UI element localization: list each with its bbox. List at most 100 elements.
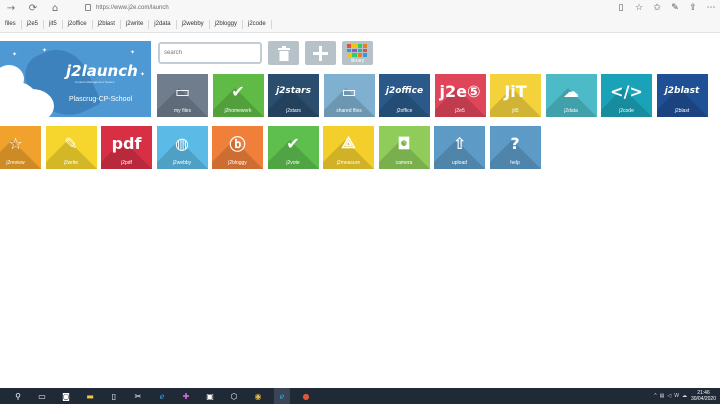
favorites-icon[interactable]: ✩ <box>648 3 666 13</box>
edge-active-icon[interactable]: ℯ <box>274 388 290 404</box>
star-cursor-icon: ☆ <box>8 133 23 153</box>
share-icon[interactable]: ⇪ <box>684 3 702 13</box>
star-icon: ✦ <box>42 48 48 54</box>
bookmark-j2e5[interactable]: j2e5 <box>22 20 45 29</box>
more-icon[interactable]: ⋯ <box>702 3 720 13</box>
bloggy-b-icon: ⓑ <box>229 135 246 154</box>
refresh-icon[interactable]: ⟳ <box>22 0 44 16</box>
snip-icon[interactable]: ✂ <box>130 388 146 404</box>
tile-label: shared files <box>336 108 362 114</box>
bookmark-j2write[interactable]: j2write <box>121 20 150 29</box>
shared-folder-icon: ▭ <box>341 81 357 101</box>
trash-button[interactable] <box>268 41 299 65</box>
system-tray: ^ ▤ ◁ W ☁ 21:46 30/04/2020 <box>651 388 716 404</box>
document-icon[interactable]: ▯ <box>106 388 122 404</box>
app-tile[interactable]: ☁ j2data <box>545 74 597 117</box>
bookmark-jit5[interactable]: jit5 <box>44 20 63 29</box>
app-tile[interactable]: ☆ j2review <box>0 126 41 169</box>
favorite-star-icon[interactable]: ☆ <box>630 3 648 13</box>
app-tile[interactable]: JiT jit5 <box>490 74 541 117</box>
clock-date: 30/04/2020 <box>690 396 716 402</box>
chrome-icon[interactable]: ◉ <box>250 388 266 404</box>
tile-label: j2blast <box>674 108 690 114</box>
bookmarks-bar: files j2e5 jit5 j2office j2blast j2write… <box>0 17 720 32</box>
tile-label: j2write <box>63 160 79 166</box>
app-tile[interactable]: ⓑ j2bloggy <box>212 126 263 169</box>
tile-label: j2stars <box>286 108 301 114</box>
logo-subtitle: Content Management System <box>75 80 115 84</box>
jit-logo-icon: JiT <box>504 81 527 101</box>
app-tile[interactable]: j2office j2office <box>379 74 430 117</box>
app-tile[interactable]: ✔ j2homework <box>212 74 264 117</box>
app-tile[interactable]: ▭ shared files <box>323 74 375 117</box>
windows-taskbar: ⚲ ▭ ◙ ▬ ▯ ✂ ℯ ✚ ▣ ⬡ ◉ ℯ ● ^ ▤ ◁ W ☁ 21:4… <box>0 388 720 404</box>
tile-label: j2data <box>564 108 578 114</box>
reading-view-icon[interactable]: ▯ <box>612 3 630 13</box>
notes-icon[interactable]: ✎ <box>666 3 684 13</box>
question-mark-icon: ? <box>510 133 520 153</box>
tray-onedrive-icon[interactable]: ☁ <box>682 393 687 399</box>
tile-label: camera <box>395 160 413 166</box>
paint-icon[interactable]: ✚ <box>178 388 194 404</box>
bookmark-j2code[interactable]: j2code <box>243 20 272 29</box>
app-tile[interactable]: ? help <box>489 126 541 169</box>
j2launch-logo-panel[interactable]: ✦ ✦ ✦ ✦ j2launch Content Management Syst… <box>0 41 151 117</box>
task-view-icon[interactable]: ▭ <box>34 388 50 404</box>
tile-label: j2e5 <box>455 108 465 114</box>
add-button[interactable] <box>305 41 336 65</box>
library-button[interactable]: library <box>342 41 373 65</box>
bookmark-j2blast[interactable]: j2blast <box>93 20 121 29</box>
tile-label: j2measure <box>336 160 361 166</box>
app-tile[interactable]: ⇧ upload <box>434 126 485 169</box>
code-brackets-icon: </> <box>610 81 643 101</box>
address-bar[interactable]: https://www.j2e.com/launch <box>82 1 638 14</box>
app-tile[interactable]: j2e⑤ j2e5 <box>434 74 486 117</box>
home-icon[interactable]: ⌂ <box>44 0 66 16</box>
tray-up-icon[interactable]: ^ <box>654 393 656 399</box>
compass-icon: ⟁ <box>341 133 356 152</box>
file-explorer-icon[interactable]: ▬ <box>82 388 98 404</box>
tray-volume-icon[interactable]: ◁ <box>667 393 671 399</box>
star-icon: ✦ <box>130 50 136 56</box>
cube-icon[interactable]: ⬡ <box>226 388 242 404</box>
bookmark-files[interactable]: files <box>0 20 22 29</box>
pdf-icon: pdf <box>111 133 142 153</box>
app-tile[interactable]: ⟁ j2measure <box>323 126 374 169</box>
homework-bag-icon: ✔ <box>231 81 245 101</box>
tile-label: j2bloggy <box>228 160 247 166</box>
terminal-icon[interactable]: ▣ <box>202 388 218 404</box>
app-tile[interactable]: </> j2code <box>601 74 652 117</box>
app-tile[interactable]: j2stars j2stars <box>268 74 319 117</box>
bookmark-j2office[interactable]: j2office <box>63 20 93 29</box>
back-icon[interactable]: → <box>0 0 22 16</box>
tray-network-icon[interactable]: ▤ <box>660 393 665 399</box>
bookmark-j2webby[interactable]: j2webby <box>177 20 210 29</box>
logo-title: j2launch <box>66 62 138 80</box>
tile-label: j2review <box>6 160 25 166</box>
tile-label: j2code <box>619 108 634 114</box>
app-tile[interactable]: ◍ j2webby <box>156 126 208 169</box>
search-icon[interactable]: ⚲ <box>10 388 26 404</box>
app-tile[interactable]: ✔ j2vote <box>267 126 319 169</box>
j2e5-logo-icon: j2e⑤ <box>439 81 481 101</box>
edge-icon[interactable]: ℯ <box>154 388 170 404</box>
tile-label: upload <box>451 160 467 166</box>
bookmark-j2data[interactable]: j2data <box>149 20 177 29</box>
app-tile[interactable]: ▭ my files <box>157 74 208 117</box>
app-tile[interactable]: ◘ camera <box>378 126 430 169</box>
upload-arrow-icon: ⇧ <box>452 133 467 153</box>
app-tile[interactable]: j2blast j2blast <box>656 74 708 117</box>
school-name: Plascrug-CP-School <box>69 96 133 103</box>
search-input[interactable] <box>158 42 262 64</box>
bookmark-j2bloggy[interactable]: j2bloggy <box>210 20 244 29</box>
cloud-data-icon: ☁ <box>563 81 579 101</box>
powerpoint-icon[interactable]: ● <box>298 388 314 404</box>
tile-label: j2pdf <box>121 160 132 166</box>
tile-label: jit5 <box>512 108 519 114</box>
app-tile[interactable]: pdf j2pdf <box>101 126 152 169</box>
lock-icon <box>85 4 91 11</box>
camera-app-icon[interactable]: ◙ <box>58 388 74 404</box>
tray-word-icon[interactable]: W <box>674 393 679 399</box>
clock[interactable]: 21:46 30/04/2020 <box>691 390 716 402</box>
app-tile[interactable]: ✎ j2write <box>45 126 97 169</box>
